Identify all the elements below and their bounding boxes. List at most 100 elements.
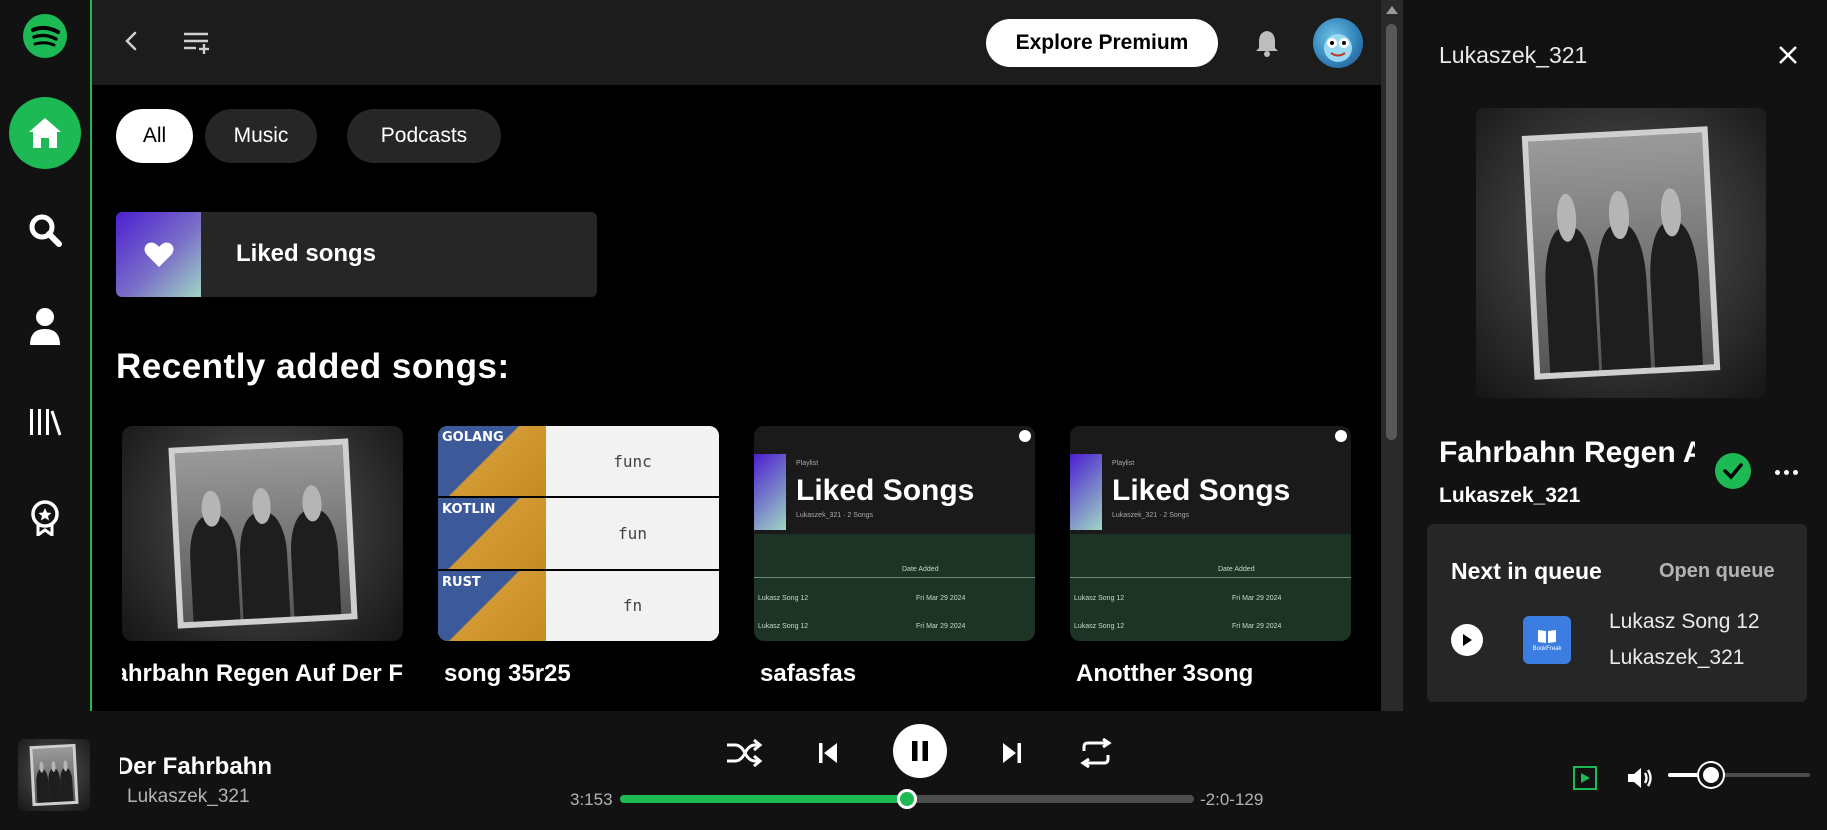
shuffle-button[interactable]	[722, 731, 766, 775]
scroll-up-arrow-icon[interactable]	[1386, 6, 1398, 14]
next-in-queue-box: Next in queue Open queue BookFreak Lukas…	[1427, 524, 1807, 702]
next-button[interactable]	[990, 731, 1034, 775]
song-card[interactable]: Fahrbahn Regen Auf Der F	[122, 426, 403, 688]
queue-song-artist[interactable]: Lukaszek_321	[1609, 646, 1744, 670]
album-art-meme: GOLANG KOTLIN RUST func fun fn	[438, 426, 719, 641]
song-card[interactable]: Playlist Liked Songs Lukaszek_321 · 2 So…	[1070, 426, 1351, 688]
main-scrollbar[interactable]	[1381, 0, 1403, 711]
album-art-liked-screenshot: Playlist Liked Songs Lukaszek_321 · 2 So…	[754, 426, 1035, 641]
skip-forward-icon	[1003, 743, 1021, 763]
now-playing-panel: Lukaszek_321 Fahrbahn Regen Auf Der Fahr…	[1403, 0, 1827, 711]
panel-username: Lukaszek_321	[1439, 42, 1588, 68]
pause-icon	[912, 741, 928, 761]
art-text: Fri Mar 29 2024	[1232, 623, 1282, 630]
spotify-logo-icon[interactable]	[0, 6, 90, 66]
previous-button[interactable]	[806, 731, 850, 775]
play-outline-icon	[1581, 773, 1590, 783]
art-text: Lukaszek_321 · 2 Songs	[1112, 512, 1190, 519]
meme-code: fun	[546, 498, 719, 571]
nav-badges-button[interactable]	[0, 490, 90, 546]
play-icon	[1463, 634, 1472, 646]
more-options-icon[interactable]	[1768, 460, 1804, 484]
meme-code: fn	[622, 596, 643, 616]
now-playing-artist[interactable]: Lukaszek_321	[1439, 484, 1580, 508]
song-card-title: Anotther 3song	[1076, 660, 1254, 687]
art-text: Lukasz Song 12	[1074, 623, 1125, 630]
filter-chip-all[interactable]: All	[116, 109, 193, 163]
player-album-art[interactable]	[18, 739, 90, 811]
art-text: Lukasz Song 12	[1074, 595, 1125, 602]
art-text: Lukasz Song 12	[758, 595, 809, 602]
meme-label: KOTLIN	[442, 502, 496, 518]
chevron-left-icon	[125, 31, 137, 51]
explore-premium-button[interactable]: Explore Premium	[986, 19, 1218, 67]
progress-knob[interactable]	[897, 789, 917, 809]
library-icon	[30, 409, 62, 436]
user-icon	[30, 308, 60, 345]
nav-search-button[interactable]	[0, 202, 90, 258]
liked-songs-label: Liked songs	[236, 240, 377, 267]
add-to-queue-button[interactable]	[180, 26, 214, 60]
badge-icon	[31, 500, 59, 536]
volume-icon	[1628, 768, 1652, 788]
top-bar: Explore Premium	[92, 0, 1381, 85]
shuffle-icon	[727, 738, 763, 768]
repeat-icon	[1080, 738, 1112, 768]
queue-heading: Next in queue	[1451, 558, 1602, 584]
song-card[interactable]: Playlist Liked Songs Lukaszek_321 · 2 So…	[754, 426, 1035, 688]
art-text: Lukasz Song 12	[758, 623, 809, 630]
album-art-liked-screenshot: Playlist Liked Songs Lukaszek_321 · 2 So…	[1070, 426, 1351, 641]
pause-button[interactable]	[893, 724, 947, 778]
song-card-title: safasfas	[760, 660, 857, 687]
search-icon	[29, 214, 62, 247]
art-text: Lukaszek_321 · 2 Songs	[796, 512, 874, 519]
close-panel-button[interactable]	[1773, 40, 1803, 70]
notifications-bell-icon[interactable]	[1252, 27, 1282, 59]
song-card-title: Fahrbahn Regen Auf Der F	[122, 660, 403, 687]
filter-chip-podcasts[interactable]: Podcasts	[347, 109, 501, 163]
now-playing-cover	[1476, 108, 1766, 398]
now-playing-view-button[interactable]	[1573, 766, 1597, 790]
nav-library-button[interactable]	[0, 394, 90, 450]
song-card[interactable]: GOLANG KOTLIN RUST func fun fn song 35r2…	[438, 426, 719, 688]
repeat-button[interactable]	[1074, 731, 1118, 775]
player-track-artist[interactable]: Lukaszek_321	[127, 786, 250, 808]
art-text: Liked Songs	[796, 474, 975, 507]
volume-slider[interactable]	[1668, 763, 1810, 787]
remaining-time: -2:0-129	[1200, 790, 1264, 809]
heart-icon	[144, 242, 173, 267]
open-queue-link[interactable]: Open queue	[1659, 560, 1775, 583]
liked-songs-thumb	[116, 212, 201, 297]
queue-add-icon	[184, 32, 209, 54]
user-avatar[interactable]	[1313, 18, 1363, 68]
volume-button[interactable]	[1625, 763, 1655, 793]
skip-back-icon	[819, 743, 837, 763]
elapsed-time: 3:153	[570, 790, 613, 809]
recently-added-heading: Recently added songs:	[116, 347, 510, 386]
art-text: Playlist	[796, 460, 819, 467]
scrollbar-thumb[interactable]	[1386, 24, 1397, 440]
player-track-title[interactable]: Fahrbahn Regen Auf Der Fahrbahn	[120, 753, 272, 781]
sidebar-nav	[0, 0, 92, 711]
back-button[interactable]	[114, 24, 148, 58]
art-text: Fri Mar 29 2024	[916, 595, 966, 602]
filter-chip-music[interactable]: Music	[205, 109, 317, 163]
progress-fill	[620, 795, 907, 803]
nav-home-button[interactable]	[0, 96, 90, 170]
meme-code: func	[546, 426, 719, 499]
liked-songs-card[interactable]: Liked songs	[116, 212, 597, 297]
meme-label: GOLANG	[442, 430, 504, 445]
art-text: Liked Songs	[1112, 474, 1291, 507]
queue-song-thumb: BookFreak	[1523, 616, 1571, 664]
album-art-bw-photo	[122, 426, 403, 641]
nav-profile-button[interactable]	[0, 298, 90, 354]
queue-song-title[interactable]: Lukasz Song 12	[1609, 610, 1760, 634]
art-text: Fri Mar 29 2024	[1232, 595, 1282, 602]
now-playing-title: Fahrbahn Regen Auf Der Fahrbahn	[1439, 436, 1695, 469]
saved-check-icon[interactable]	[1715, 453, 1751, 489]
close-icon	[1779, 46, 1797, 64]
art-text: Fri Mar 29 2024	[916, 623, 966, 630]
queue-play-button[interactable]	[1451, 624, 1483, 656]
volume-knob[interactable]	[1698, 763, 1723, 787]
progress-bar[interactable]	[620, 789, 1194, 809]
